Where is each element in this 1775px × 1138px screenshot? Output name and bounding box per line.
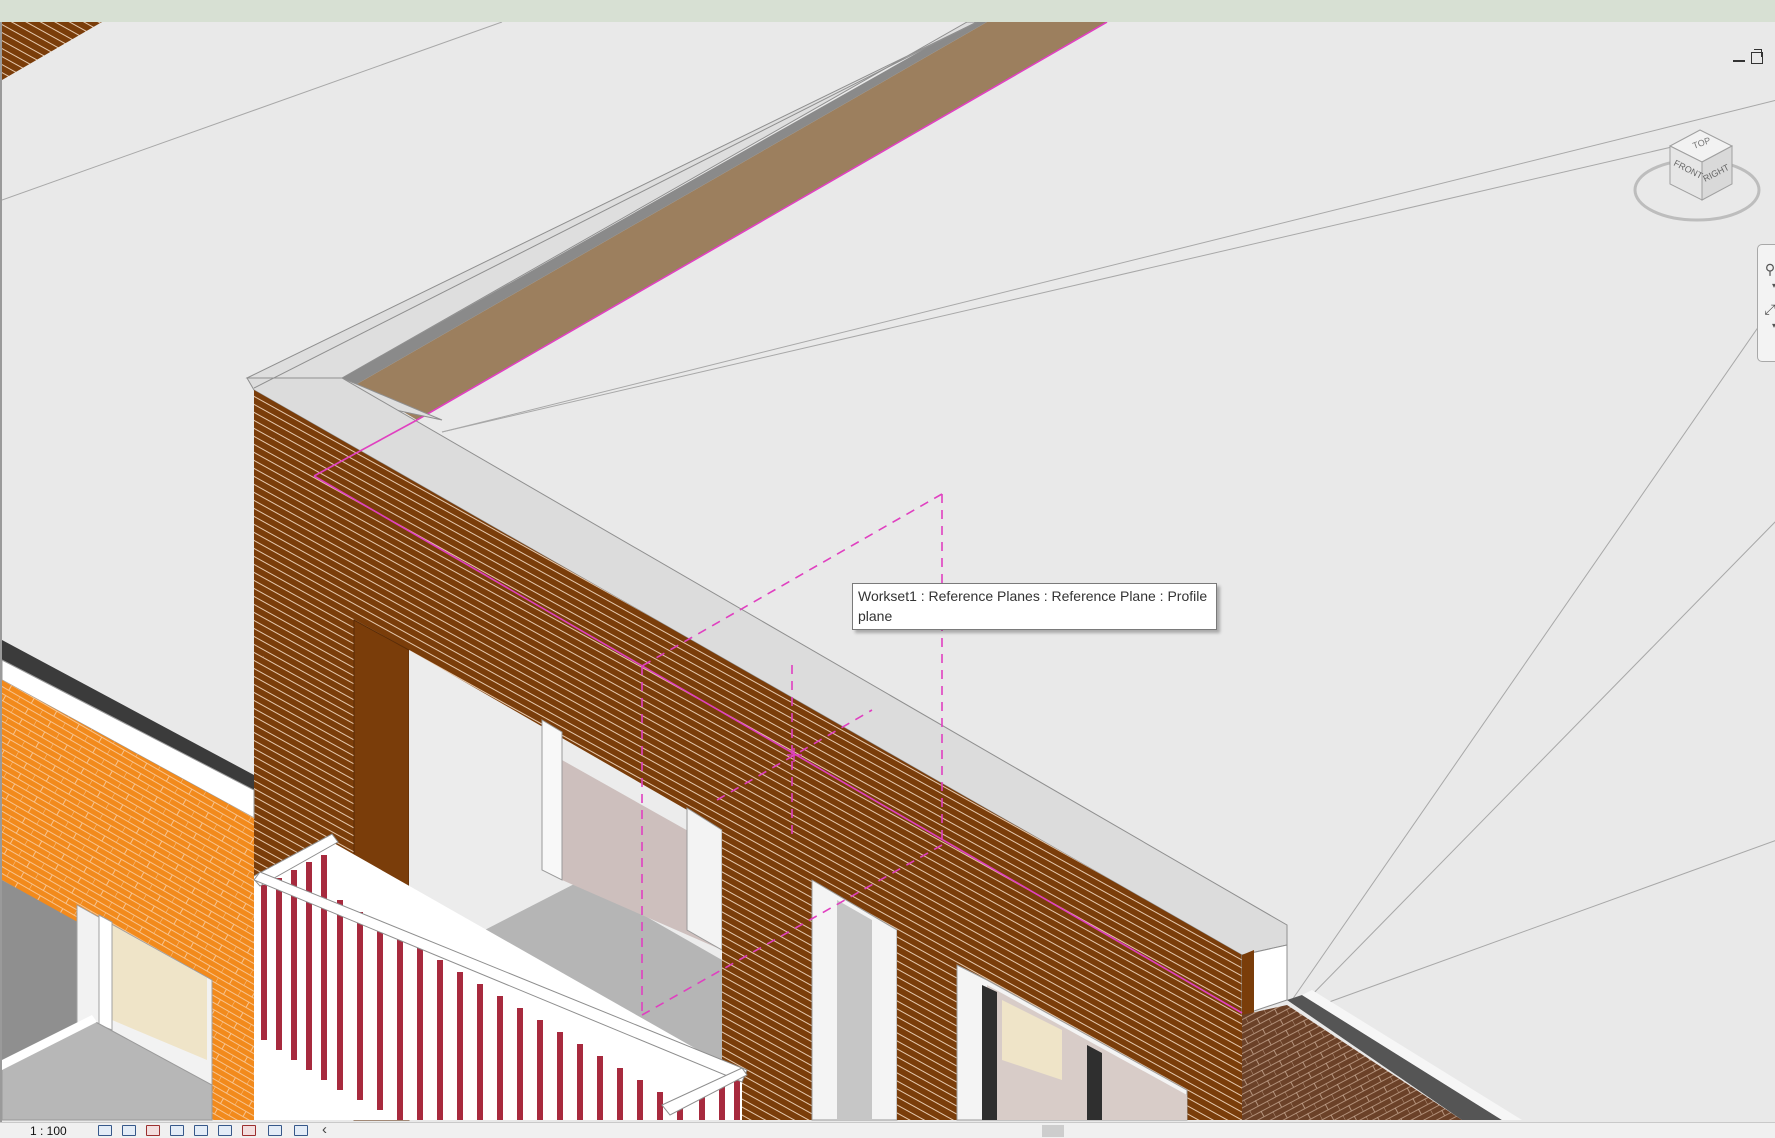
render-icon[interactable] [194,1125,208,1136]
sun-path-icon[interactable] [146,1125,160,1136]
restore-icon[interactable] [1751,49,1763,64]
detail-level-icon[interactable] [98,1125,112,1136]
crop-view-icon[interactable] [218,1125,232,1136]
reveal-hidden-icon[interactable] [294,1125,308,1136]
distant-wall-fragment [2,22,102,80]
view-window-controls [1733,49,1763,64]
model-viewport[interactable]: TOP FRONT RIGHT ⚲ ▾ ⤢ ▾ Workset1 : Refer… [0,22,1775,1122]
temporary-hide-icon[interactable] [242,1125,256,1136]
zoom-icon[interactable]: ⚲ [1761,259,1775,279]
left-window-mullion [98,914,113,1031]
viewcube-icon[interactable]: TOP FRONT RIGHT [1632,122,1762,232]
window-3-mullion [982,985,997,1120]
roof-membrane-edge [342,22,987,384]
view-scale[interactable]: 1 : 100 [30,1124,67,1138]
navigation-bar: ⚲ ▾ ⤢ ▾ [1757,244,1775,362]
section-box-icon[interactable] [268,1125,282,1136]
3d-model-view[interactable] [2,22,1775,1122]
zoom-extents-icon[interactable]: ⤢ [1761,299,1775,319]
window-2-glass [837,900,872,1120]
reference-plane-roof [416,22,1108,421]
shadows-icon[interactable] [170,1125,184,1136]
chevron-left-icon[interactable]: ‹ [322,1121,327,1138]
visual-style-icon[interactable] [122,1125,136,1136]
minimize-icon[interactable] [1733,54,1745,62]
window-frame-left [541,719,563,881]
window-3-mullion-2 [1087,1045,1102,1120]
title-strip [0,0,1775,23]
element-tooltip: Workset1 : Reference Planes : Reference … [852,583,1217,630]
horizontal-scrollbar-thumb[interactable] [1042,1125,1064,1137]
wall-end-dark [1242,950,1254,1020]
view-control-bar: 1 : 100 ‹ [0,1121,1775,1138]
window-frame-right [686,807,723,951]
